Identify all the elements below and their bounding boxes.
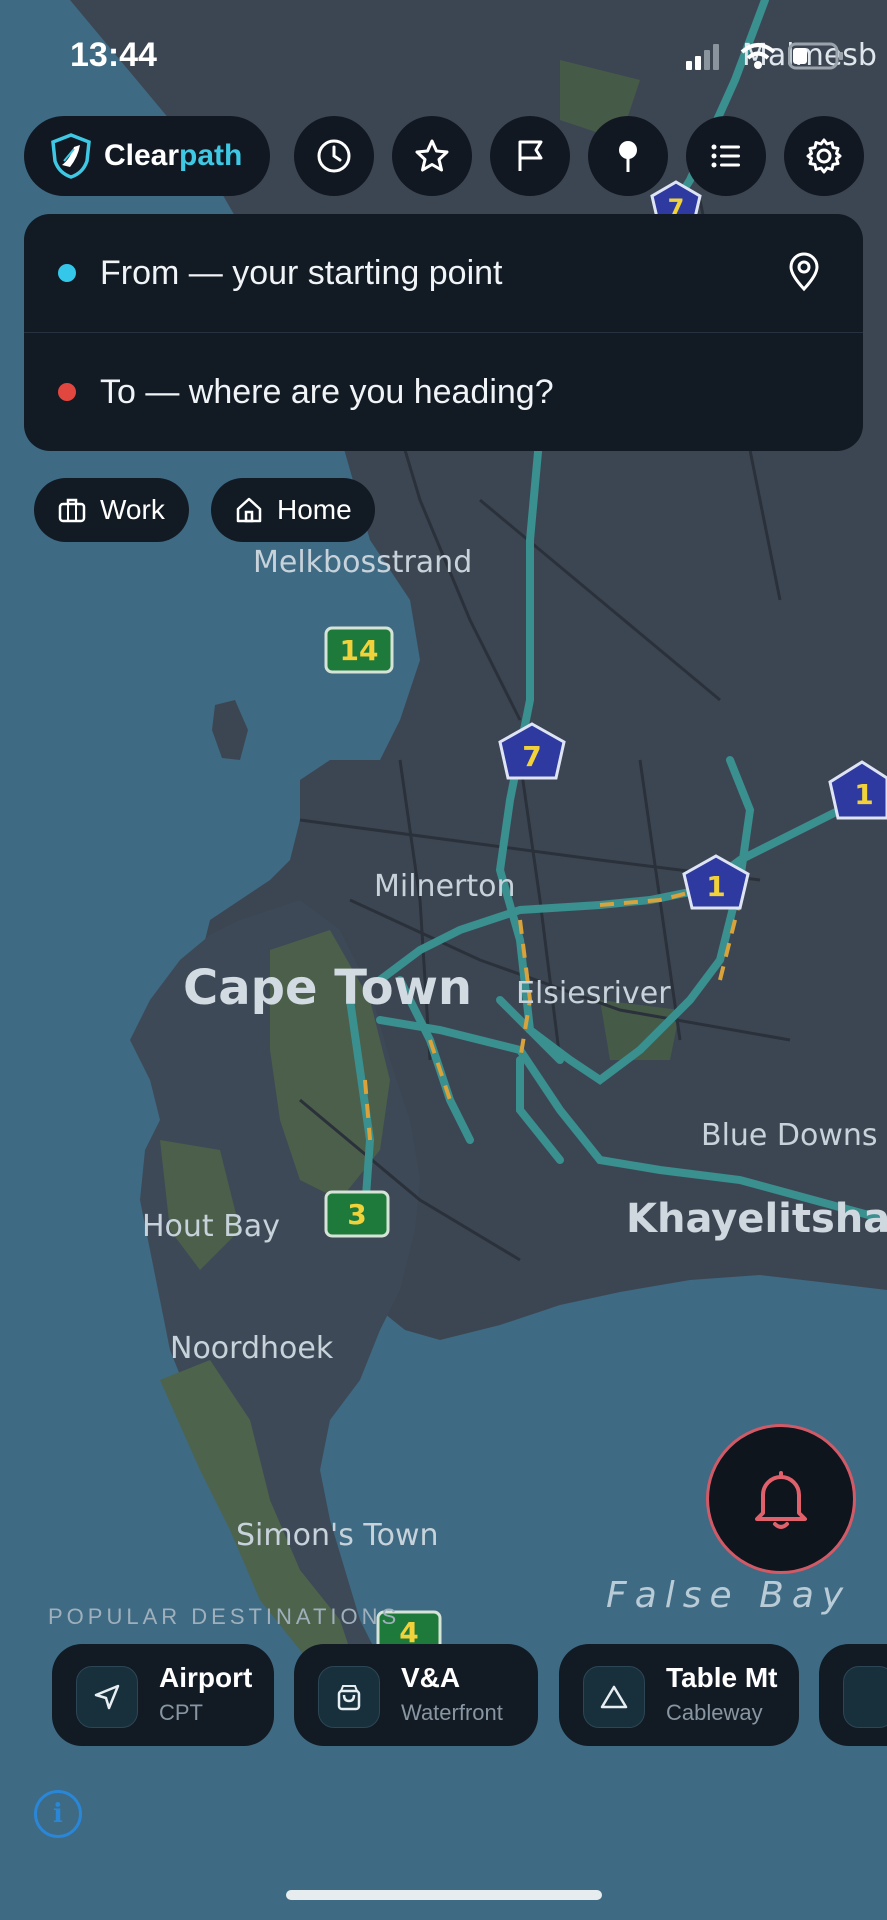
- list-button[interactable]: [686, 116, 766, 196]
- destination-subtitle: Cableway: [666, 1700, 763, 1725]
- gear-icon: [806, 138, 842, 174]
- app-name: Clearpath: [104, 139, 242, 173]
- to-placeholder: To — where are you heading?: [100, 372, 554, 411]
- work-label: Work: [100, 494, 165, 525]
- destination-subtitle: Waterfront: [401, 1700, 503, 1725]
- route-shield-14: 14: [324, 626, 394, 674]
- destination-subtitle: CPT: [159, 1700, 203, 1725]
- label-milnerton: Milnerton: [374, 869, 516, 904]
- settings-button[interactable]: [784, 116, 864, 196]
- history-icon: [317, 139, 351, 173]
- destination-card[interactable]: Table Mt Cableway: [559, 1644, 799, 1746]
- report-button[interactable]: [490, 116, 570, 196]
- route-shield-3: 3: [324, 1190, 390, 1238]
- home-label: Home: [277, 494, 352, 525]
- label-simons-town: Simon's Town: [236, 1518, 439, 1553]
- label-noordhoek: Noordhoek: [170, 1331, 334, 1366]
- label-melkbosstrand: Melkbosstrand: [253, 545, 472, 580]
- cellular-signal-icon: [686, 44, 719, 70]
- svg-text:1: 1: [706, 870, 725, 903]
- status-time: 13:44: [70, 36, 157, 74]
- label-cape-town: Cape Town: [183, 960, 472, 1016]
- flag-icon: [518, 140, 543, 171]
- label-khayelitsha: Khayelitsha: [626, 1196, 887, 1242]
- navigation-arrow-icon: [76, 1666, 138, 1728]
- pin-button[interactable]: [588, 116, 668, 196]
- app-brand-button[interactable]: Clearpath: [24, 116, 270, 196]
- home-icon: [236, 497, 262, 523]
- mountain-triangle-icon: [583, 1666, 645, 1728]
- label-elsiesriver: Elsiesriver: [516, 976, 671, 1011]
- route-search-card: From — your starting point To — where ar…: [24, 214, 863, 451]
- destination-title: Table Mt: [666, 1662, 778, 1693]
- current-location-pin-icon[interactable]: [787, 252, 821, 292]
- svg-text:7: 7: [522, 740, 541, 773]
- status-bar: 13:44 Malmesb: [0, 36, 887, 76]
- work-chip[interactable]: Work: [34, 478, 189, 542]
- home-chip[interactable]: Home: [211, 478, 375, 542]
- label-hout-bay: Hout Bay: [142, 1209, 280, 1244]
- svg-text:3: 3: [347, 1198, 366, 1231]
- to-field[interactable]: To — where are you heading?: [24, 333, 863, 451]
- battery-icon: [788, 42, 843, 70]
- destination-title: Airport: [159, 1662, 253, 1693]
- home-indicator: [286, 1890, 602, 1900]
- from-dot-icon: [58, 264, 76, 282]
- briefcase-icon: [58, 498, 86, 523]
- partial-destination-icon: [843, 1666, 887, 1728]
- history-button[interactable]: [294, 116, 374, 196]
- alert-button[interactable]: [706, 1424, 856, 1574]
- svg-text:14: 14: [340, 634, 379, 667]
- bell-icon: [755, 1471, 807, 1529]
- shopping-bag-icon: [318, 1666, 380, 1728]
- wifi-icon: [740, 43, 776, 69]
- from-placeholder: From — your starting point: [100, 253, 503, 292]
- destination-card[interactable]: V&A Waterfront: [294, 1644, 538, 1746]
- shield-logo-icon: [51, 133, 91, 179]
- destination-card[interactable]: Airport CPT: [52, 1644, 274, 1746]
- list-icon: [711, 144, 740, 168]
- destination-title: V&A: [401, 1662, 461, 1693]
- svg-text:1: 1: [854, 778, 873, 811]
- label-false-bay: False Bay: [606, 1575, 851, 1616]
- app-name-part1: Clear: [104, 139, 180, 172]
- to-dot-icon: [58, 383, 76, 401]
- label-blue-downs: Blue Downs: [701, 1118, 878, 1153]
- destination-card-partial[interactable]: [819, 1644, 887, 1746]
- app-name-part2: path: [179, 139, 243, 172]
- favorites-button[interactable]: [392, 116, 472, 196]
- popular-destinations-heading: POPULAR DESTINATIONS: [48, 1604, 401, 1629]
- from-field[interactable]: From — your starting point: [24, 214, 863, 333]
- pin-icon: [619, 141, 637, 172]
- star-icon: [415, 139, 449, 172]
- info-icon[interactable]: i: [34, 1790, 82, 1838]
